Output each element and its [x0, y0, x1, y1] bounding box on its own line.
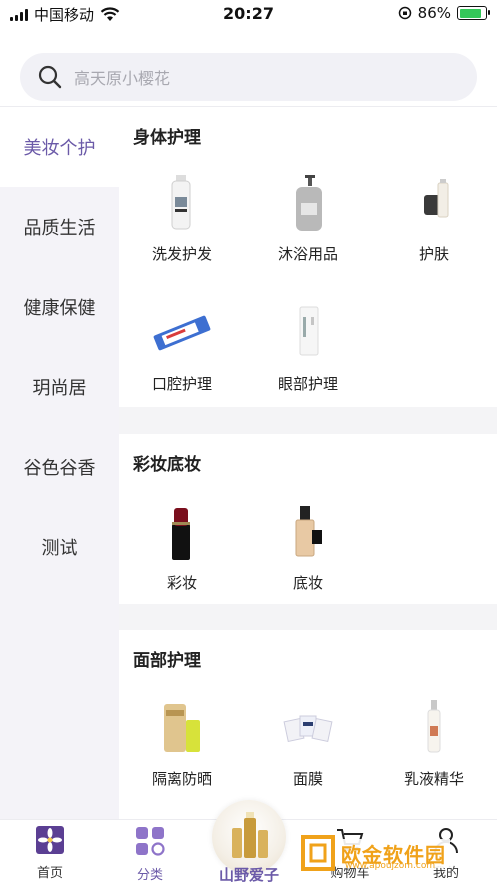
- shampoo-bottle-icon: [171, 175, 191, 230]
- section-title: 彩妆底妆: [133, 455, 201, 475]
- category-item-shampoo[interactable]: 洗发护发: [119, 173, 245, 293]
- sidebar-item-yueshangju[interactable]: 玥尚居: [0, 347, 119, 427]
- category-item-serum[interactable]: 乳液精华: [371, 698, 497, 818]
- watermark-logo-icon: [301, 835, 335, 871]
- skincare-bottle-icon: [424, 179, 449, 218]
- tab-category[interactable]: 分类: [110, 826, 190, 883]
- search-input[interactable]: 高天原小樱花: [74, 65, 170, 89]
- category-item-label: 洗发护发: [151, 245, 212, 263]
- category-item-makeup[interactable]: 彩妆: [119, 502, 245, 622]
- section-title: 面部护理: [133, 651, 201, 671]
- category-item-label: 面膜: [292, 770, 323, 788]
- face-mask-sheets-icon: [283, 715, 333, 743]
- category-sidebar: 美妆个护 品质生活 健康保健 玥尚居 谷色谷香 测试: [0, 107, 119, 819]
- category-item-body-wash[interactable]: 沐浴用品: [245, 173, 371, 293]
- category-item-label: 底妆: [292, 574, 323, 592]
- category-item-eye-care[interactable]: 眼部护理: [245, 303, 371, 423]
- watermark-url: www.apoujzom.com: [345, 861, 436, 871]
- tab-home[interactable]: 首页: [10, 826, 90, 881]
- category-item-label: 彩妆: [166, 574, 197, 592]
- section-body-care: 身体护理 洗发护发 沐浴用品 护肤 口腔护理 眼部护理: [119, 107, 497, 407]
- status-right: 86%: [398, 4, 490, 22]
- sidebar-item-guse[interactable]: 谷色谷香: [0, 427, 119, 507]
- category-item-label: 沐浴用品: [277, 245, 338, 263]
- battery-icon: [457, 6, 490, 20]
- category-item-label: 乳液精华: [403, 770, 464, 788]
- tab-brand-label: 山野爱子: [218, 866, 279, 883]
- category-item-skincare[interactable]: 护肤: [371, 173, 497, 293]
- eye-cream-tube-icon: [299, 306, 319, 356]
- category-item-label: 护肤: [418, 245, 449, 263]
- sidebar-item-beauty[interactable]: 美妆个护: [0, 107, 119, 187]
- search-bar[interactable]: 高天原小樱花: [20, 53, 477, 101]
- tab-home-label: 首页: [36, 866, 63, 881]
- grid-category-icon: [136, 827, 165, 856]
- section-title: 身体护理: [133, 128, 201, 148]
- battery-percent: 86%: [417, 4, 451, 22]
- category-content: 身体护理 洗发护发 沐浴用品 护肤 口腔护理 眼部护理 彩妆底妆 彩妆 底妆 面…: [119, 107, 497, 819]
- tab-category-label: 分类: [136, 868, 163, 883]
- category-item-label: 隔离防晒: [151, 770, 212, 788]
- category-item-base-makeup[interactable]: 底妆: [245, 502, 371, 622]
- home-logo-icon: [36, 826, 64, 854]
- sidebar-item-quality-life[interactable]: 品质生活: [0, 187, 119, 267]
- category-item-oral-care[interactable]: 口腔护理: [119, 303, 245, 423]
- lipstick-icon: [172, 508, 190, 560]
- brand-center-button[interactable]: [212, 800, 286, 874]
- section-makeup: 彩妆底妆 彩妆 底妆: [119, 434, 497, 604]
- site-watermark: 欧金软件园 www.apoujzom.com: [301, 831, 491, 875]
- body-wash-pump-icon: [296, 175, 322, 231]
- brand-product-icon: [232, 812, 268, 858]
- sidebar-item-test[interactable]: 测试: [0, 507, 119, 587]
- search-icon: [38, 65, 62, 89]
- status-bar: 中国移动 20:27 86%: [0, 0, 497, 28]
- toothpaste-icon: [153, 315, 211, 351]
- category-item-label: 口腔护理: [151, 375, 212, 393]
- sidebar-item-health[interactable]: 健康保健: [0, 267, 119, 347]
- category-item-label: 眼部护理: [277, 375, 338, 393]
- bottom-tab-bar: 首页 分类 山野爱子 购物车 我的 欧金软件园 www.apoujzom.com: [0, 800, 497, 883]
- serum-bottle-icon: [427, 700, 441, 753]
- sunscreen-icon: [164, 704, 200, 752]
- orientation-lock-icon: [398, 6, 411, 20]
- foundation-bottle-icon: [295, 506, 322, 557]
- section-face-care: 面部护理 隔离防晒 面膜 乳液精华: [119, 630, 497, 819]
